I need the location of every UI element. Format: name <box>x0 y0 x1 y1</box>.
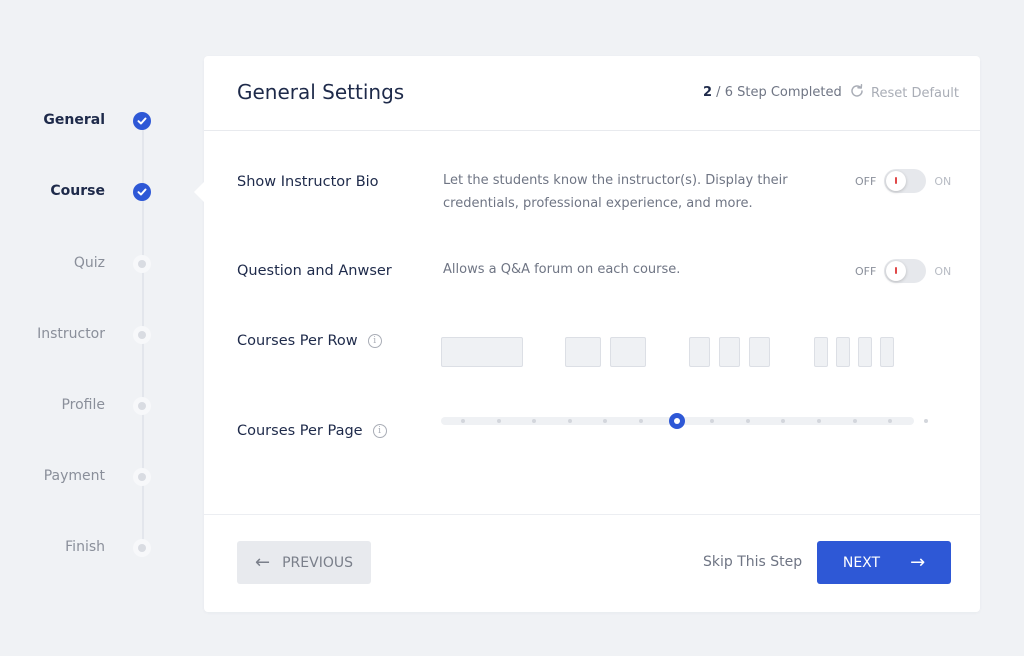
slider-tick <box>567 419 572 423</box>
card-header: General Settings 2 / 6 Step Completed Re… <box>204 56 980 131</box>
step-quiz[interactable]: Quiz <box>0 252 160 276</box>
instructor-bio-label: Show Instructor Bio <box>237 174 379 190</box>
slider-tick <box>852 419 857 423</box>
slider-thumb[interactable] <box>668 413 685 429</box>
step-progress: 2 / 6 Step Completed <box>703 85 842 100</box>
qna-toggle[interactable] <box>884 259 927 283</box>
card-footer: ← PREVIOUS Skip This Step NEXT → <box>204 514 980 612</box>
layout-tile <box>858 337 872 367</box>
arrow-right-icon: → <box>910 551 926 573</box>
courses-per-page-label: Courses Per Page i <box>237 423 387 439</box>
layout-tile <box>689 337 710 367</box>
step-course[interactable]: Course <box>0 180 160 204</box>
pending-dot-icon <box>133 255 151 273</box>
info-icon[interactable]: i <box>372 424 387 438</box>
layout-tile <box>565 337 601 367</box>
toggle-knob <box>886 171 907 191</box>
check-icon <box>133 183 151 201</box>
next-label: NEXT <box>842 554 881 571</box>
layout-option-2-columns[interactable] <box>565 337 646 367</box>
instructor-bio-label-text: Show Instructor Bio <box>237 174 379 190</box>
slider-tick <box>745 419 750 423</box>
setup-stepper: General Course Quiz Instructor Profile P… <box>0 0 200 656</box>
slider-tick <box>496 419 501 423</box>
page-title: General Settings <box>237 80 405 104</box>
step-label: Instructor <box>37 326 105 342</box>
courses-per-row-options <box>441 337 901 367</box>
reset-default-label: Reset Default <box>871 85 959 101</box>
instructor-bio-toggle-group: OFF ON <box>855 169 951 193</box>
step-label: Profile <box>61 397 105 413</box>
step-instructor[interactable]: Instructor <box>0 323 160 347</box>
instructor-bio-toggle[interactable] <box>884 169 927 193</box>
slider-tick <box>532 419 537 423</box>
skip-step-link[interactable]: Skip This Step <box>703 554 802 570</box>
layout-tile <box>836 337 850 367</box>
pending-dot-icon <box>133 326 151 344</box>
layout-option-1-column[interactable] <box>441 337 523 367</box>
progress-current: 2 <box>703 85 713 100</box>
layout-tile <box>749 337 770 367</box>
courses-per-row-label: Courses Per Row i <box>237 333 382 349</box>
pending-dot-icon <box>133 397 151 415</box>
step-payment[interactable]: Payment <box>0 465 160 489</box>
slider-tick <box>817 419 821 423</box>
previous-label: PREVIOUS <box>282 554 353 571</box>
courses-per-page-slider[interactable] <box>441 413 928 429</box>
step-label: General <box>43 112 105 128</box>
pending-dot-icon <box>133 468 151 486</box>
previous-button[interactable]: ← PREVIOUS <box>237 541 371 584</box>
courses-per-page-label-text: Courses Per Page <box>237 423 363 439</box>
pending-dot-icon <box>133 539 151 557</box>
active-step-pointer <box>194 182 204 202</box>
courses-per-row-label-text: Courses Per Row <box>237 333 358 349</box>
layout-tile <box>610 337 646 367</box>
info-icon[interactable]: i <box>367 334 382 348</box>
slider-tick <box>461 419 465 423</box>
toggle-off-label: OFF <box>855 174 877 188</box>
step-profile[interactable]: Profile <box>0 394 160 418</box>
progress-total: / 6 Step Completed <box>712 85 842 100</box>
layout-tile <box>719 337 740 367</box>
qna-description: Allows a Q&A forum on each course. <box>443 262 681 277</box>
layout-option-3-columns[interactable] <box>689 337 770 367</box>
slider-tick <box>888 419 893 423</box>
toggle-knob <box>886 261 907 281</box>
toggle-on-label: ON <box>934 174 952 188</box>
qna-label: Question and Anwser <box>237 263 392 279</box>
slider-tick <box>710 419 715 423</box>
refresh-icon <box>849 83 865 103</box>
qna-toggle-group: OFF ON <box>855 259 951 283</box>
step-label: Payment <box>43 468 105 484</box>
step-label: Finish <box>65 539 105 555</box>
settings-card: General Settings 2 / 6 Step Completed Re… <box>194 56 980 612</box>
slider-tick <box>781 419 786 423</box>
slider-tick <box>923 419 928 423</box>
slider-tick <box>639 419 643 423</box>
layout-tile <box>880 337 894 367</box>
arrow-left-icon: ← <box>255 551 271 573</box>
layout-option-4-columns[interactable] <box>814 337 894 367</box>
toggle-on-label: ON <box>934 264 952 278</box>
layout-tile <box>441 337 523 367</box>
slider-tick <box>603 419 608 423</box>
step-label: Quiz <box>73 255 105 271</box>
reset-default-button[interactable]: Reset Default <box>849 83 959 103</box>
step-label: Course <box>50 183 105 199</box>
toggle-off-label: OFF <box>855 264 877 278</box>
next-button[interactable]: NEXT → <box>817 541 951 584</box>
check-icon <box>133 112 151 130</box>
step-general[interactable]: General <box>0 109 160 133</box>
qna-label-text: Question and Anwser <box>237 263 392 279</box>
layout-tile <box>814 337 828 367</box>
step-finish[interactable]: Finish <box>0 536 160 560</box>
instructor-bio-description: Let the students know the instructor(s).… <box>443 173 788 211</box>
